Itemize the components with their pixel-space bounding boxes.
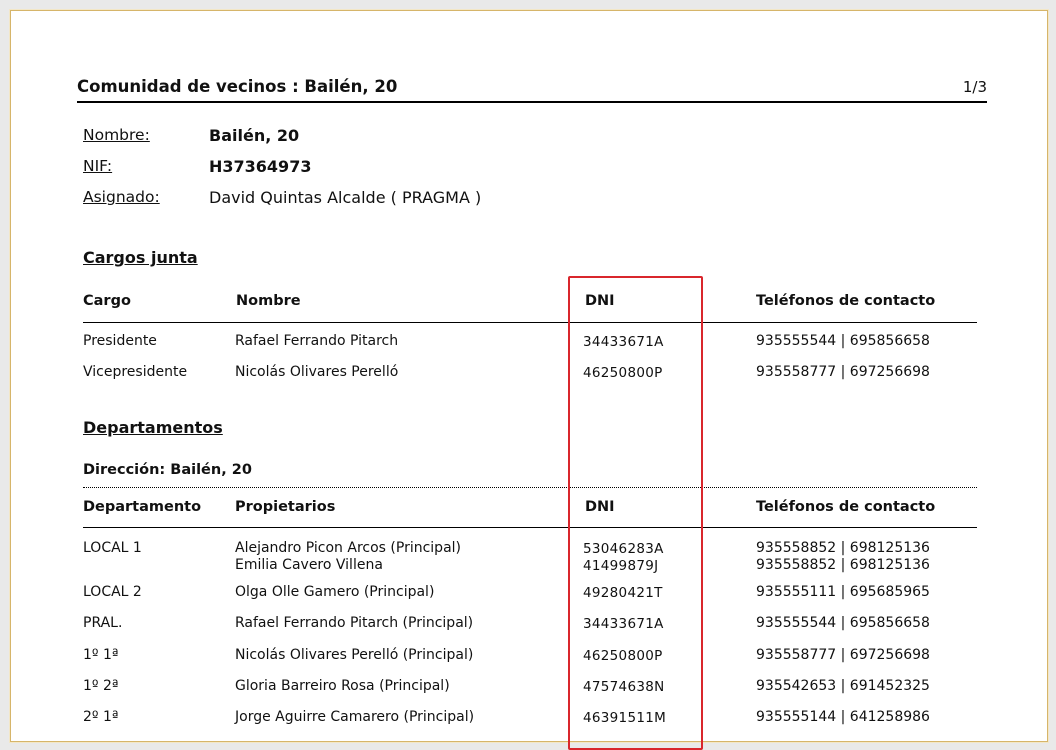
column-header-telefonos: Teléfonos de contacto: [756, 293, 936, 309]
nif-label: NIF:: [83, 157, 113, 175]
departamentos-section-title: Departamentos: [83, 418, 223, 437]
table-divider: [83, 527, 977, 528]
document-title: Comunidad de vecinos : Bailén, 20: [77, 77, 398, 96]
cargo-cell: Vicepresidente: [83, 364, 188, 380]
propietario-cell: Alejandro Picon Arcos (Principal): [235, 540, 461, 556]
document-header: Comunidad de vecinos : Bailén, 20 1/3: [77, 75, 987, 103]
telefono-cell: 935558777 | 697256698: [756, 364, 930, 380]
cargo-cell: Presidente: [83, 333, 157, 349]
document-page: Comunidad de vecinos : Bailén, 20 1/3 No…: [10, 10, 1048, 750]
nif-value: H37364973: [209, 157, 312, 176]
telefono-cell: 935558852 | 698125136: [756, 540, 930, 556]
column-header-nombre: Nombre: [236, 293, 301, 309]
column-header-telefonos: Teléfonos de contacto: [756, 499, 936, 515]
telefono-cell: 935558777 | 697256698: [756, 647, 930, 663]
telefono-cell: 935558852 | 698125136: [756, 557, 930, 573]
departamento-cell: PRAL.: [83, 615, 123, 631]
telefono-cell: 935555544 | 695856658: [756, 615, 930, 631]
propietario-cell: Emilia Cavero Villena: [235, 557, 383, 573]
telefono-cell: 935542653 | 691452325: [756, 678, 930, 694]
nombre-cell: Nicolás Olivares Perelló: [235, 364, 399, 380]
dni-column-highlight-box: [568, 276, 703, 750]
asignado-label: Asignado:: [83, 188, 160, 206]
column-header-departamento: Departamento: [83, 499, 202, 515]
nombre-cell: Rafael Ferrando Pitarch: [235, 333, 399, 349]
departamento-cell: 2º 1ª: [83, 709, 119, 725]
propietario-cell: Nicolás Olivares Perelló (Principal): [235, 647, 474, 663]
dotted-divider: [83, 487, 977, 488]
page-number: 1/3: [962, 78, 987, 96]
departamento-cell: 1º 2ª: [83, 678, 119, 694]
telefono-cell: 935555544 | 695856658: [756, 333, 930, 349]
cargos-section-title: Cargos junta: [83, 248, 198, 267]
propietario-cell: Gloria Barreiro Rosa (Principal): [235, 678, 450, 694]
table-divider: [83, 322, 977, 323]
departamento-cell: 1º 1ª: [83, 647, 119, 663]
telefono-cell: 935555111 | 695685965: [756, 584, 930, 600]
address-label: Dirección: Bailén, 20: [83, 462, 252, 478]
propietario-cell: Jorge Aguirre Camarero (Principal): [235, 709, 475, 725]
telefono-cell: 935555144 | 641258986: [756, 709, 930, 725]
asignado-value: David Quintas Alcalde ( PRAGMA ): [209, 188, 482, 207]
departamento-cell: LOCAL 1: [83, 540, 142, 556]
nombre-label: Nombre:: [83, 126, 150, 144]
column-header-propietarios: Propietarios: [235, 499, 336, 515]
propietario-cell: Rafael Ferrando Pitarch (Principal): [235, 615, 474, 631]
propietario-cell: Olga Olle Gamero (Principal): [235, 584, 435, 600]
column-header-cargo: Cargo: [83, 293, 131, 309]
departamento-cell: LOCAL 2: [83, 584, 142, 600]
nombre-value: Bailén, 20: [209, 126, 300, 145]
